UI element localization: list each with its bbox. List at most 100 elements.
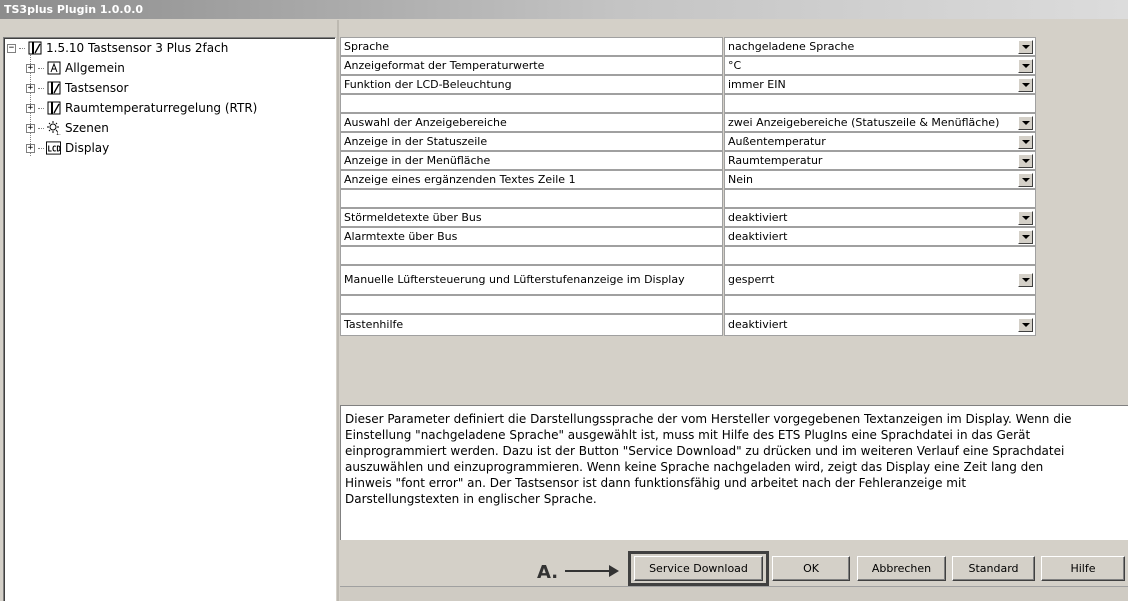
param-row: Anzeige in der Statuszeile Außentemperat…	[340, 132, 1036, 151]
param-dropdown[interactable]: nachgeladene Sprache	[724, 37, 1036, 56]
param-label	[340, 94, 723, 113]
tree-panel: − 1.5.10 Tastsensor 3 Plus 2fach + Allge…	[3, 37, 336, 601]
param-label	[340, 189, 723, 208]
param-value: deaktiviert	[728, 211, 788, 224]
param-label: Sprache	[340, 37, 723, 56]
param-row: Auswahl der Anzeigebereiche zwei Anzeige…	[340, 113, 1036, 132]
param-label	[340, 295, 723, 314]
param-row-spacer	[340, 189, 1036, 208]
param-label: Anzeige eines ergänzenden Textes Zeile 1	[340, 170, 723, 189]
scene-icon: 1,2	[46, 121, 61, 135]
tree-node-display[interactable]: + LCD Display	[26, 140, 110, 156]
param-label: Tastenhilfe	[340, 314, 723, 336]
chevron-down-icon[interactable]	[1018, 154, 1033, 168]
param-label: Anzeige in der Statuszeile	[340, 132, 723, 151]
param-row: Tastenhilfe deaktiviert	[340, 314, 1036, 336]
window-titlebar: TS3plus Plugin 1.0.0.0	[0, 0, 1128, 19]
param-row-spacer	[340, 94, 1036, 113]
param-dropdown[interactable]: gesperrt	[724, 265, 1036, 295]
param-row: Anzeige eines ergänzenden Textes Zeile 1…	[340, 170, 1036, 189]
tree-dots	[38, 147, 44, 149]
window-title: TS3plus Plugin 1.0.0.0	[4, 3, 144, 16]
service-download-button[interactable]: Service Download	[634, 556, 763, 581]
help-button[interactable]: Hilfe	[1041, 556, 1125, 581]
param-dropdown[interactable]: immer EIN	[724, 75, 1036, 94]
svg-text:1,2: 1,2	[56, 131, 61, 135]
callout-label: A.	[537, 562, 559, 583]
tree-dots	[38, 127, 44, 129]
chevron-down-icon[interactable]	[1018, 59, 1033, 73]
tree-dots	[38, 67, 44, 69]
param-row-spacer	[340, 246, 1036, 265]
param-dropdown[interactable]: zwei Anzeigebereiche (Statuszeile & Menü…	[724, 113, 1036, 132]
expand-icon[interactable]: +	[26, 123, 35, 133]
param-dropdown[interactable]: Nein	[724, 170, 1036, 189]
chevron-down-icon[interactable]	[1018, 78, 1033, 92]
param-row: Sprache nachgeladene Sprache	[340, 37, 1036, 56]
tree-label: Raumtemperaturregelung (RTR)	[65, 101, 258, 115]
tree-label: Tastsensor	[65, 81, 129, 95]
tree-node-rtr[interactable]: + Raumtemperaturregelung (RTR)	[26, 100, 257, 116]
expand-icon[interactable]: +	[26, 103, 35, 113]
param-label	[340, 246, 723, 265]
chevron-down-icon[interactable]	[1018, 318, 1033, 332]
device-icon	[46, 101, 61, 115]
param-row: Anzeige in der Menüfläche Raumtemperatur	[340, 151, 1036, 170]
standard-button[interactable]: Standard	[952, 556, 1035, 581]
collapse-icon[interactable]: −	[7, 43, 16, 53]
expand-icon[interactable]: +	[26, 83, 35, 93]
param-dropdown[interactable]: Außentemperatur	[724, 132, 1036, 151]
tree-dots	[38, 87, 44, 89]
tree-node-szenen[interactable]: + 1,2 Szenen	[26, 120, 109, 136]
param-label: Anzeigeformat der Temperaturwerte	[340, 56, 723, 75]
param-dropdown[interactable]: °C	[724, 56, 1036, 75]
general-icon	[46, 61, 61, 75]
parameter-description: Dieser Parameter definiert die Darstellu…	[340, 405, 1128, 540]
ok-button[interactable]: OK	[772, 556, 850, 581]
param-value: Nein	[728, 173, 754, 186]
param-row: Störmeldetexte über Bus deaktiviert	[340, 208, 1036, 227]
chevron-down-icon[interactable]	[1018, 230, 1033, 244]
param-label: Anzeige in der Menüfläche	[340, 151, 723, 170]
param-row: Alarmtexte über Bus deaktiviert	[340, 227, 1036, 246]
tree-node-allgemein[interactable]: + Allgemein	[26, 60, 125, 76]
lcd-icon: LCD	[46, 141, 61, 155]
chevron-down-icon[interactable]	[1018, 40, 1033, 54]
param-value: nachgeladene Sprache	[728, 40, 855, 53]
expand-icon[interactable]: +	[26, 143, 35, 153]
param-row-spacer	[340, 295, 1036, 314]
parameter-table: Sprache nachgeladene Sprache Anzeigeform…	[340, 37, 1036, 389]
param-dropdown[interactable]: Raumtemperatur	[724, 151, 1036, 170]
param-dropdown[interactable]: deaktiviert	[724, 208, 1036, 227]
param-row: Anzeigeformat der Temperaturwerte °C	[340, 56, 1036, 75]
device-icon	[27, 41, 42, 55]
chevron-down-icon[interactable]	[1018, 135, 1033, 149]
tree-label: Display	[65, 141, 110, 155]
param-dropdown[interactable]: deaktiviert	[724, 227, 1036, 246]
param-value: deaktiviert	[728, 318, 788, 331]
param-value-empty	[724, 94, 1036, 113]
param-row: Funktion der LCD-Beleuchtung immer EIN	[340, 75, 1036, 94]
tree-node-tastsensor[interactable]: + Tastsensor	[26, 80, 128, 96]
tree-label: Szenen	[65, 121, 109, 135]
param-label: Störmeldetexte über Bus	[340, 208, 723, 227]
param-value-empty	[724, 246, 1036, 265]
param-value: °C	[728, 59, 742, 72]
cancel-button[interactable]: Abbrechen	[857, 556, 946, 581]
tree-node-root[interactable]: − 1.5.10 Tastsensor 3 Plus 2fach	[7, 40, 228, 56]
param-value: immer EIN	[728, 78, 786, 91]
param-label: Manuelle Lüftersteuerung und Lüfterstufe…	[340, 265, 723, 295]
pane-divider[interactable]	[337, 20, 339, 601]
tree-dots	[19, 47, 25, 49]
status-strip	[340, 586, 1128, 601]
expand-icon[interactable]: +	[26, 63, 35, 73]
device-icon	[46, 81, 61, 95]
param-value: Außentemperatur	[728, 135, 826, 148]
chevron-down-icon[interactable]	[1018, 116, 1033, 130]
param-row: Manuelle Lüftersteuerung und Lüfterstufe…	[340, 265, 1036, 295]
chevron-down-icon[interactable]	[1018, 173, 1033, 187]
chevron-down-icon[interactable]	[1018, 211, 1033, 225]
chevron-down-icon[interactable]	[1018, 273, 1033, 287]
param-dropdown[interactable]: deaktiviert	[724, 314, 1036, 336]
param-value: Raumtemperatur	[728, 154, 823, 167]
